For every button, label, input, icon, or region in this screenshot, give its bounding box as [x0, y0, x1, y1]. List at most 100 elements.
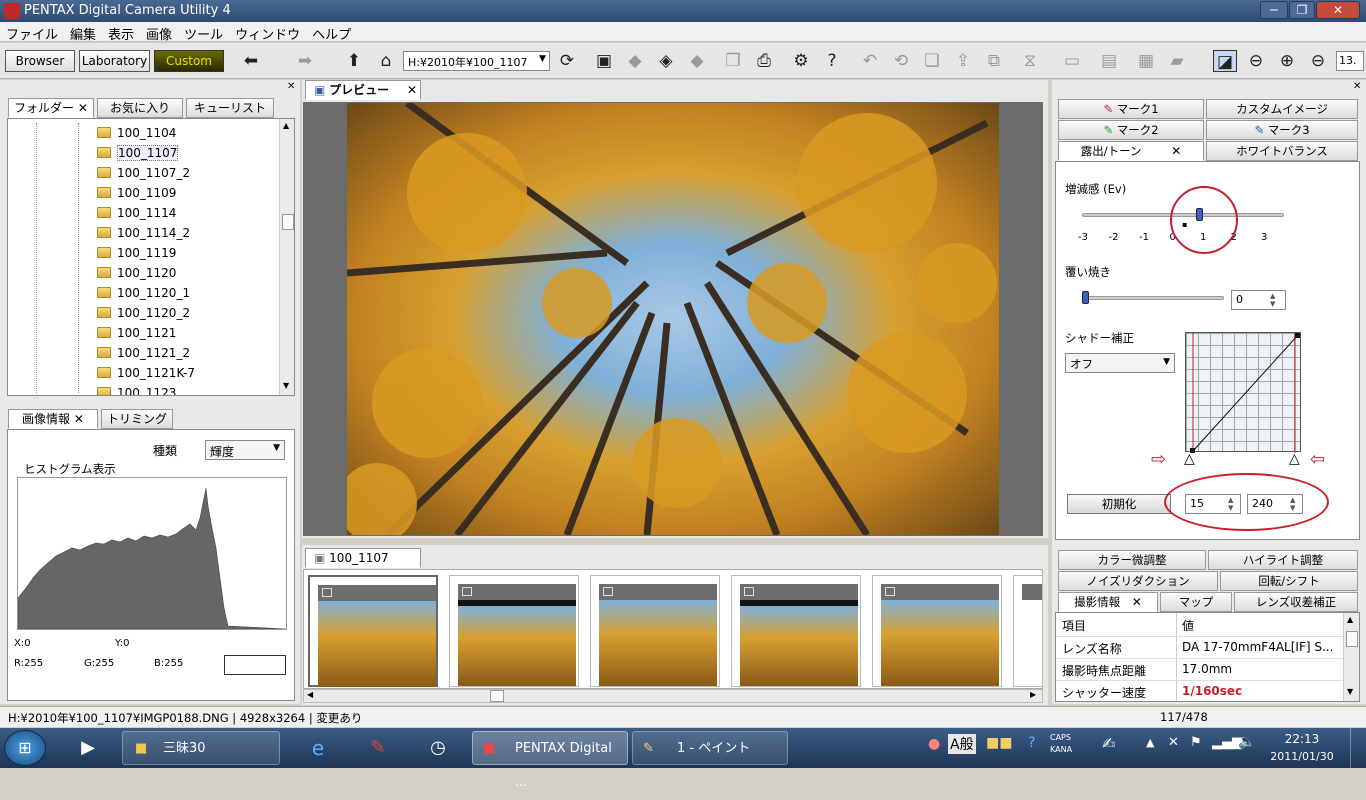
tab-white-balance[interactable]: ホワイトバランス — [1206, 141, 1358, 161]
layers-icon[interactable]: ❏ — [920, 50, 944, 72]
zoom-out-icon[interactable]: ⊖ — [1244, 50, 1268, 72]
window-icon[interactable]: ▤ — [1097, 50, 1121, 72]
close-button[interactable]: ✕ — [1316, 1, 1360, 19]
prev-image-icon[interactable]: ◆ — [623, 50, 647, 72]
folder-item[interactable]: 100_1114 — [8, 203, 283, 223]
tab-filmstrip[interactable]: ▣ 100_1107 ✕ — [305, 548, 421, 583]
close-icon[interactable]: ✕ — [1353, 81, 1361, 92]
export-icon[interactable]: ⇪ — [951, 50, 975, 72]
close-icon[interactable]: ✕ — [1132, 595, 1142, 609]
tab-mark3[interactable]: ✎ マーク3 — [1206, 120, 1358, 140]
shooting-scrollbar[interactable]: ▲ ▼ — [1343, 613, 1359, 701]
folder-item[interactable]: 100_1121_2 — [8, 343, 283, 363]
help-icon[interactable]: ? — [820, 50, 844, 72]
filmstrip-scrollbar[interactable]: ◀ ▶ — [303, 689, 1043, 703]
tab-trimming[interactable]: トリミング — [101, 409, 173, 429]
clock-app-icon[interactable]: ◷ — [410, 731, 466, 765]
taskbar-folder[interactable]: ■ 三昧30 — [122, 731, 280, 765]
path-combobox[interactable]: H:¥2010年¥100_1107 — [403, 51, 550, 71]
menu-help[interactable]: ヘルプ — [306, 22, 357, 45]
thumbnail[interactable] — [731, 575, 861, 687]
tab-lens-correction[interactable]: レンズ収差補正 — [1234, 592, 1358, 612]
folder-item[interactable]: 100_1121 — [8, 323, 283, 343]
tab-favorites[interactable]: お気に入り — [97, 98, 183, 118]
up-icon[interactable]: ⬆ — [342, 50, 366, 72]
folder-item[interactable]: 100_1120_2 — [8, 303, 283, 323]
undo-icon[interactable]: ↶ — [858, 50, 882, 72]
menu-file[interactable]: ファイル — [0, 22, 64, 45]
scroll-up-icon[interactable]: ▲ — [283, 121, 289, 130]
menu-view[interactable]: 表示 — [102, 22, 140, 45]
tab-rotate-shift[interactable]: 回転/シフト — [1220, 571, 1358, 591]
ime-indicator[interactable]: A般 — [948, 734, 976, 754]
tab-custom-image[interactable]: カスタムイメージ — [1206, 99, 1358, 119]
tab-mark2[interactable]: ✎ マーク2 — [1058, 120, 1204, 140]
menu-tools[interactable]: ツール — [178, 22, 229, 45]
low-slider-triangle[interactable]: △ — [1184, 451, 1195, 467]
next-image-icon[interactable]: ◈ — [654, 50, 678, 72]
custom-mode-button[interactable]: Custom — [154, 50, 224, 72]
shadow-select[interactable]: オフ ▼ — [1065, 353, 1175, 373]
scroll-right-icon[interactable]: ▶ — [1030, 690, 1036, 699]
show-desktop-button[interactable] — [1350, 728, 1366, 768]
raw-icon[interactable]: ▦ — [1134, 50, 1158, 72]
thumbnail[interactable] — [590, 575, 720, 687]
folder-item[interactable]: 100_1121K-7 — [8, 363, 283, 383]
home-icon[interactable]: ⌂ — [374, 50, 398, 72]
menu-image[interactable]: 画像 — [140, 22, 178, 45]
thumbnail[interactable] — [872, 575, 1002, 687]
tab-color-adjust[interactable]: カラー微調整 — [1058, 550, 1206, 570]
close-icon[interactable]: ✕ — [1171, 144, 1181, 158]
start-button[interactable]: ⊞ — [4, 730, 46, 766]
pen-input-icon[interactable]: ✍ — [1102, 734, 1115, 753]
thumbnail[interactable] — [449, 575, 579, 687]
high-slider-triangle[interactable]: △ — [1289, 451, 1300, 467]
tab-shooting-info[interactable]: 撮影情報 ✕ — [1058, 592, 1158, 612]
scroll-thumb[interactable] — [1346, 631, 1358, 647]
zoom-field[interactable]: 13. — [1336, 51, 1364, 71]
copy-icon[interactable]: ❐ — [721, 50, 745, 72]
tab-highlight[interactable]: ハイライト調整 — [1208, 550, 1358, 570]
clock-time[interactable]: 22:13 — [1272, 732, 1332, 746]
thumbnail[interactable] — [1013, 575, 1043, 687]
scroll-left-icon[interactable]: ◀ — [307, 690, 313, 699]
tone-curve-graph[interactable] — [1185, 332, 1301, 453]
close-icon[interactable]: ✕ — [407, 83, 417, 97]
folder-item[interactable]: 100_1109 — [8, 183, 283, 203]
folder-item[interactable]: 100_1120 — [8, 263, 283, 283]
tray-expand-icon[interactable]: ▲ — [1146, 736, 1154, 749]
tab-map[interactable]: マップ — [1160, 592, 1232, 612]
maximize-button[interactable]: ❐ — [1289, 1, 1315, 19]
diamond-icon[interactable]: ◆ — [685, 50, 709, 72]
rotate-icon[interactable]: ⟲ — [889, 50, 913, 72]
taskbar-paint[interactable]: ✎ 1 - ペイント — [632, 731, 788, 765]
folder-item[interactable]: 100_1107_2 — [8, 163, 283, 183]
dodge-value-field[interactable]: 0 — [1231, 290, 1286, 310]
zoom-reset-icon[interactable]: ⊖ — [1306, 50, 1330, 72]
tray-icon[interactable]: ■■ — [986, 735, 1012, 751]
frame-icon[interactable]: ▭ — [1060, 50, 1084, 72]
ie-icon[interactable]: e — [290, 731, 346, 765]
tray-icon[interactable]: ✕ — [1168, 735, 1179, 750]
tab-queue-list[interactable]: キューリスト — [186, 98, 274, 118]
back-icon[interactable]: ⬅ — [239, 50, 263, 72]
menu-window[interactable]: ウィンドウ — [229, 22, 306, 45]
tab-noise-reduction[interactable]: ノイズリダクション — [1058, 571, 1218, 591]
scroll-thumb[interactable] — [490, 690, 504, 702]
print-icon[interactable]: ⎙ — [752, 50, 776, 72]
fit-view-icon[interactable]: ◪ — [1213, 50, 1237, 72]
tray-icon[interactable]: ⚑ — [1190, 735, 1202, 750]
clock-date[interactable]: 2011/01/30 — [1268, 750, 1336, 763]
close-icon[interactable]: ✕ — [287, 81, 295, 92]
dodge-spinner-icon[interactable]: ▲ ▼ — [1270, 292, 1275, 308]
zoom-in-icon[interactable]: ⊕ — [1275, 50, 1299, 72]
folder-menu-icon[interactable]: ▰ — [1165, 50, 1189, 72]
chevron-down-icon[interactable]: ▼ — [539, 54, 546, 64]
filter-icon[interactable]: ⧖ — [1018, 50, 1042, 72]
volume-icon[interactable]: 🔈 — [1238, 734, 1255, 750]
tab-exposure-tone[interactable]: 露出/トーン ✕ — [1058, 141, 1204, 161]
close-icon[interactable]: ✕ — [74, 412, 84, 426]
copy-settings-icon[interactable]: ⧉ — [982, 50, 1006, 72]
display-icon[interactable]: ▣ — [592, 50, 616, 72]
tab-mark1[interactable]: ✎ マーク1 — [1058, 99, 1204, 119]
